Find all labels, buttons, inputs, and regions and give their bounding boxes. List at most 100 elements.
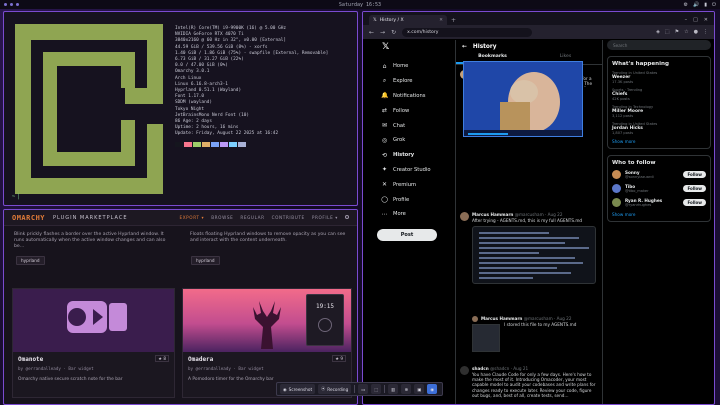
avatar[interactable] [612, 198, 621, 207]
code-screenshot-image[interactable] [472, 226, 596, 284]
x-nav-item-notifications[interactable]: 🔔 Notifications [377, 89, 452, 104]
x-nav-label: Creator Studio [393, 166, 431, 173]
brand-logo[interactable]: OMARCHY [12, 214, 45, 222]
x-nav-item-explore[interactable]: ⌕ Explore [377, 74, 452, 89]
show-more-link[interactable]: Show more [612, 212, 706, 217]
minimize-icon[interactable]: – [685, 17, 688, 23]
microphone-icon[interactable]: ⊕ [401, 384, 412, 394]
color-swatch [229, 141, 237, 147]
x-nav-item-history[interactable]: ⟲ History [377, 148, 452, 163]
browser-tab[interactable]: 𝕏 History / X ✕ [369, 15, 447, 25]
recording-button[interactable]: ⦿ Recording [318, 384, 352, 394]
x-nav-item-more[interactable]: ⋯ More [377, 207, 452, 222]
reload-icon[interactable]: ↻ [391, 29, 396, 36]
clipboard-icon[interactable]: ▥ [388, 384, 399, 394]
extension-icon[interactable]: ⚑ [675, 29, 679, 35]
tweet-body: I stored this file to my AGENTS.md [504, 322, 577, 327]
new-tab-icon[interactable]: + [451, 17, 456, 24]
display-icon[interactable]: ▣ [414, 384, 425, 394]
star-count[interactable]: ★ 9 [332, 355, 346, 362]
avatar[interactable] [460, 366, 469, 375]
plugin-marketplace-window[interactable]: OMARCHY PLUGIN MARKETPLACE EXPORT ▾ BROWS… [3, 209, 358, 405]
home-icon: ⌂ [382, 62, 387, 70]
star-count[interactable]: ★ 8 [155, 355, 169, 362]
nav-item[interactable]: CONTRIBUTE [272, 215, 305, 220]
search-input[interactable]: Search [607, 40, 711, 50]
x-nav-item-home[interactable]: ⌂ Home [377, 59, 452, 74]
extension-icon[interactable]: ◈ [656, 29, 660, 35]
post-button[interactable]: Post [377, 228, 437, 241]
follow-suggestion[interactable]: Sonny @sonnylazuardi Follow [612, 170, 706, 179]
whats-happening-panel: What's happening Trending in United Stat… [607, 56, 711, 149]
nav-item[interactable]: BROWSE [211, 215, 233, 220]
tweet-video-player[interactable] [463, 61, 583, 137]
tweet[interactable]: shadcn @shadcn · Aug 21 You have Claude … [456, 364, 602, 404]
x-nav-item-premium[interactable]: ✕ Premium [377, 177, 452, 192]
nav-item[interactable]: EXPORT ▾ [179, 215, 204, 220]
back-icon[interactable]: ← [369, 29, 374, 36]
profile-icon[interactable]: ● [694, 29, 698, 35]
close-window-icon[interactable]: ✕ [704, 17, 708, 23]
trend-item[interactable]: Trending in United States Weezer 17.3K pos… [612, 71, 706, 84]
follow-button[interactable]: Follow [683, 199, 706, 206]
menu-icon[interactable]: ⋮ [703, 29, 708, 35]
tweet-author[interactable]: Marcus Hammarn [481, 316, 522, 321]
avatar[interactable] [460, 212, 469, 221]
extension-icon[interactable]: ⬚ [665, 29, 670, 35]
url-input[interactable]: x.com/history [402, 27, 533, 37]
show-more-link[interactable]: Show more [612, 139, 706, 144]
tweet-handle: @marcusham · Aug 22 [514, 212, 563, 217]
tweet-author[interactable]: shadcn [472, 366, 489, 371]
tweet-meta: shadcn @shadcn · Aug 21 [472, 366, 528, 371]
plugin-tag[interactable]: hyprland [191, 256, 220, 265]
omanote-art [67, 301, 127, 333]
follow-suggestion[interactable]: Ryan R. Hughes @ryanrhughes Follow [612, 198, 706, 207]
x-nav-item-profile[interactable]: ◯ Profile [377, 192, 452, 207]
x-nav-item-chat[interactable]: ✉ Chat [377, 118, 452, 133]
follow-identity: Sonny @sonnylazuardi [625, 170, 654, 179]
region-capture-icon[interactable]: ⬚ [371, 384, 382, 394]
bookmark-icon[interactable]: ☆ [684, 29, 688, 35]
plugin-tag[interactable]: hyprland [16, 256, 45, 265]
x-nav-item-follow[interactable]: ⇄ Follow [377, 103, 452, 118]
color-swatches [175, 141, 328, 147]
x-nav-item-creator-studio[interactable]: ✦ Creator Studio [377, 163, 452, 178]
clock[interactable]: Saturday 16:53 [0, 2, 720, 8]
nav-item[interactable]: REGULAR [240, 215, 264, 220]
grok-icon: ◎ [381, 136, 388, 144]
forward-icon[interactable]: → [380, 29, 385, 36]
tweet-body: You have Claude Code for only a few days… [472, 372, 596, 398]
plugin-description: A Pomodoro timer for the Omarchy bar [188, 377, 274, 382]
trend-item[interactable]: Trending in Technology Miller Moore 3,112 … [612, 105, 706, 118]
x-nav-item-grok[interactable]: ◎ Grok [377, 133, 452, 148]
avatar[interactable] [472, 316, 478, 322]
tweet-author[interactable]: Marcus Hammarn [472, 212, 513, 217]
avatar[interactable] [612, 184, 621, 193]
maximize-icon[interactable]: □ [693, 17, 698, 23]
quoted-thumbnail[interactable] [472, 324, 500, 352]
follow-button[interactable]: Follow [683, 171, 706, 178]
quoted-tweet[interactable]: Marcus Hammarn @marcusham · Aug 22 I sto… [456, 314, 602, 364]
explore-icon: ⌕ [382, 77, 387, 85]
follow-suggestion[interactable]: Tibo @tibo_maker Follow [612, 184, 706, 193]
window-capture-icon[interactable]: ▭ [358, 384, 369, 394]
avatar[interactable] [612, 170, 621, 179]
follow-icon: ⇄ [381, 107, 388, 115]
terminal-window[interactable]: Intel(R) Core(TM) i9-9900K (16) @ 5.00 G… [3, 11, 358, 206]
back-arrow-icon[interactable]: ← [462, 44, 467, 50]
follow-button[interactable]: Follow [683, 185, 706, 192]
user-icon[interactable] [345, 215, 349, 219]
trend-count: 42K posts [612, 97, 630, 101]
trend-item[interactable]: Sports · Trending Chiefs 42K posts [612, 88, 706, 101]
tweet[interactable]: Marcus Hammarn @marcusham · Aug 22 After… [456, 210, 602, 284]
nav-item[interactable]: PROFILE ▾ [312, 215, 338, 220]
close-tab-icon[interactable]: ✕ [439, 18, 443, 23]
trend-item[interactable]: Trending in United States Jordan Hicks 1,8… [612, 122, 706, 135]
x-nav-label: History [393, 152, 415, 159]
screenshot-button[interactable]: ◉ Screenshot [280, 384, 316, 394]
settings-icon[interactable]: ◉ [427, 384, 438, 394]
x-logo-icon[interactable]: 𝕏 [382, 42, 452, 52]
shell-prompt[interactable]: ~ ▏ [12, 194, 21, 200]
plugin-author: by @errandalleady · Bar widget [18, 366, 94, 371]
plugin-card-omanote[interactable]: Omanote ★ 8 by @errandalleady · Bar widg… [12, 288, 175, 398]
